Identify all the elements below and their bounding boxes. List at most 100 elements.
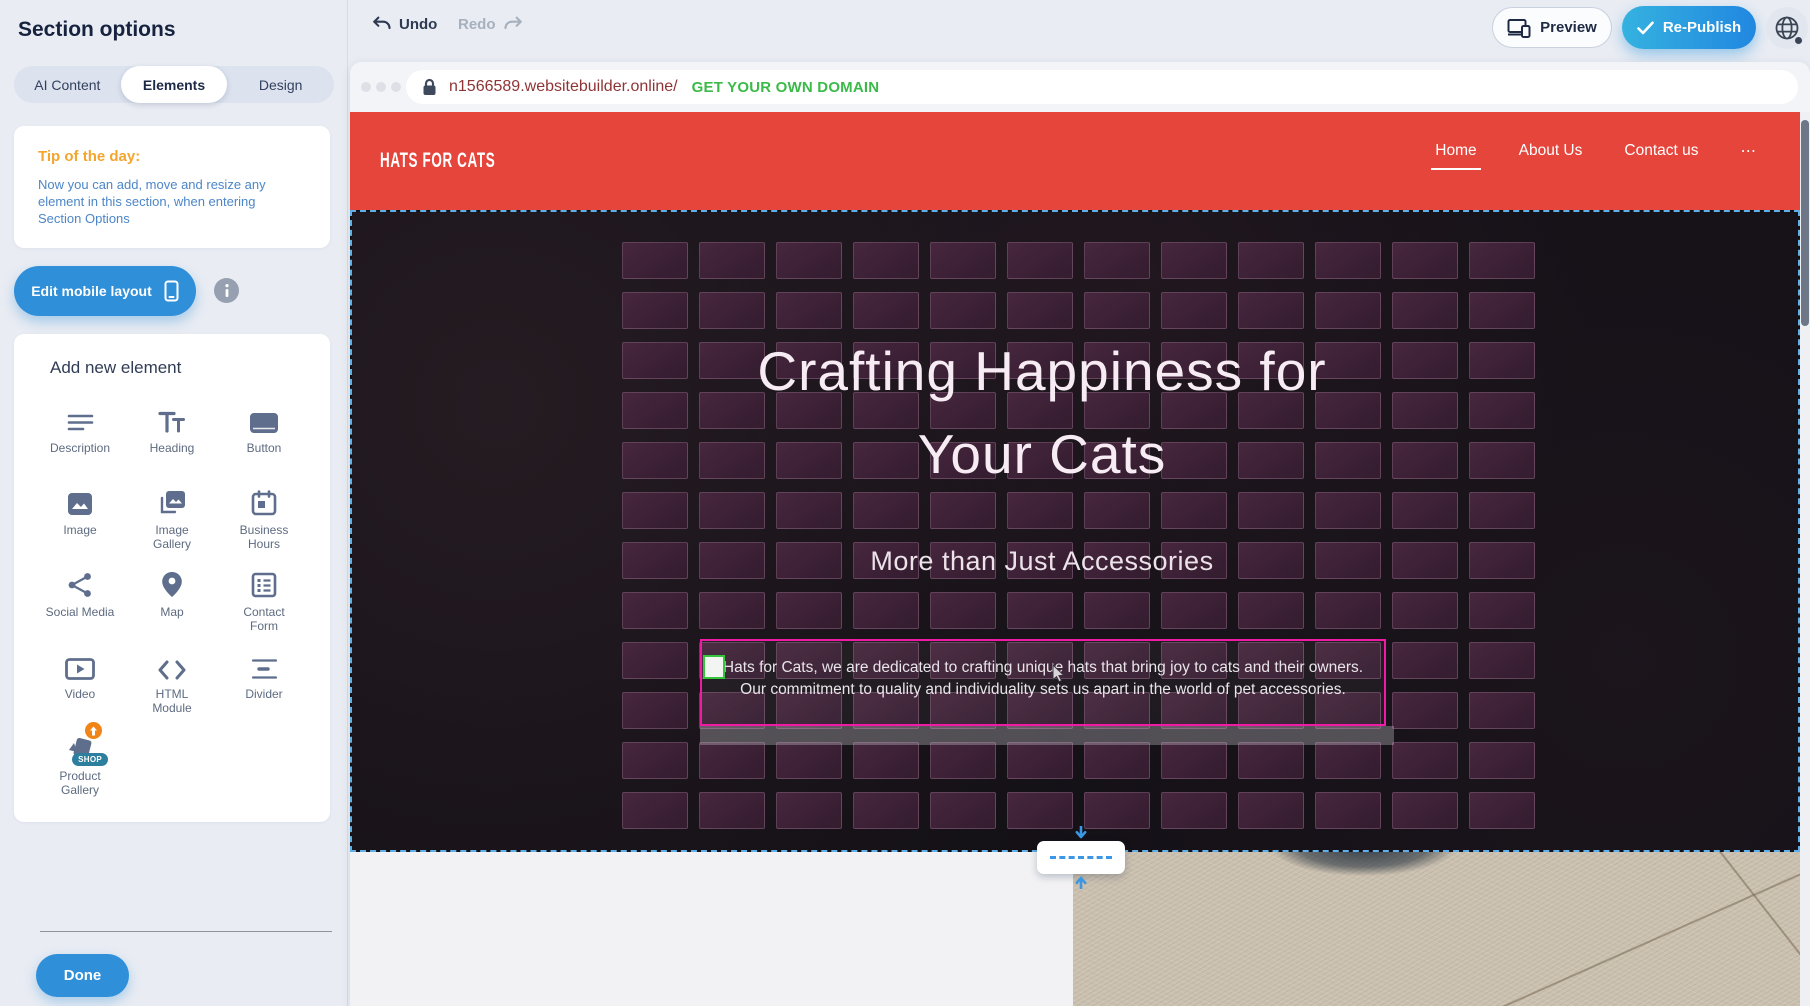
hero-tile xyxy=(1238,492,1304,529)
site-viewport: HATS FOR CATS Home About Us Contact us ⋯… xyxy=(350,112,1800,1006)
preview-button[interactable]: Preview xyxy=(1492,7,1612,48)
element-drag-handle[interactable] xyxy=(703,655,725,679)
hero-tile xyxy=(1007,242,1073,279)
nav-more-ellipsis[interactable]: ⋯ xyxy=(1741,142,1757,171)
hero-tile xyxy=(1315,242,1381,279)
arrow-down-icon xyxy=(1074,826,1088,841)
element-social-media[interactable]: Social Media xyxy=(37,568,123,650)
nav-home[interactable]: Home xyxy=(1435,142,1476,170)
divider-icon xyxy=(251,650,278,680)
hero-tile xyxy=(776,292,842,329)
image-gallery-icon xyxy=(158,486,186,516)
element-description[interactable]: Description xyxy=(37,404,123,486)
element-contact-form[interactable]: Contact Form xyxy=(221,568,307,650)
undo-button[interactable]: Undo xyxy=(372,15,437,33)
language-globe-button[interactable] xyxy=(1766,7,1808,49)
nav-contact-us[interactable]: Contact us xyxy=(1624,142,1698,170)
hero-tile xyxy=(1315,592,1381,629)
element-business-hours[interactable]: Business Hours xyxy=(221,486,307,568)
section-resize-handle[interactable] xyxy=(1037,841,1125,874)
description-selection-ghost xyxy=(700,726,1394,745)
hero-tile xyxy=(1315,792,1381,829)
app: Section options Undo Redo Preview Re-Pub… xyxy=(0,0,1810,1006)
upgrade-badge-icon xyxy=(85,722,102,739)
hero-tile xyxy=(1161,592,1227,629)
mouse-cursor-icon xyxy=(1052,664,1065,682)
tab-design[interactable]: Design xyxy=(227,66,334,103)
hero-subtitle[interactable]: More than Just Accessories xyxy=(352,546,1732,577)
hero-tile xyxy=(699,292,765,329)
element-html-module[interactable]: HTML Module xyxy=(129,650,215,732)
window-dot xyxy=(376,82,386,92)
hero-tile xyxy=(853,792,919,829)
contact-form-icon xyxy=(251,568,277,598)
hero-tile xyxy=(1238,742,1304,779)
shop-badge: SHOP xyxy=(72,753,108,766)
hero-tile xyxy=(699,742,765,779)
mobile-phone-icon xyxy=(164,280,179,302)
element-product-gallery[interactable]: SHOP Product Gallery xyxy=(37,732,123,814)
check-icon xyxy=(1637,21,1654,35)
hero-tile xyxy=(1315,742,1381,779)
hero-tile xyxy=(622,692,688,729)
window-dot xyxy=(361,82,371,92)
add-element-card: Add new element Description Heading Butt… xyxy=(14,334,330,822)
hero-tile xyxy=(1238,792,1304,829)
hero-tile xyxy=(699,492,765,529)
element-image-gallery[interactable]: Image Gallery xyxy=(129,486,215,568)
pavement-seam xyxy=(1662,852,1800,984)
hero-tile xyxy=(1084,792,1150,829)
product-gallery-icon: SHOP xyxy=(66,732,94,762)
info-button[interactable] xyxy=(214,278,239,303)
site-url: n1566589.websitebuilder.online/ xyxy=(449,78,678,96)
element-button[interactable]: Button xyxy=(221,404,307,486)
done-button[interactable]: Done xyxy=(36,954,129,997)
edit-mobile-layout-button[interactable]: Edit mobile layout xyxy=(14,266,196,316)
element-map[interactable]: Map xyxy=(129,568,215,650)
hero-tile xyxy=(1315,292,1381,329)
republish-label: Re-Publish xyxy=(1663,19,1741,36)
pavement-seam xyxy=(1481,852,1800,1006)
arrow-up-icon xyxy=(1074,874,1088,889)
address-bar[interactable]: n1566589.websitebuilder.online/ GET YOUR… xyxy=(406,70,1798,104)
hero-tile xyxy=(622,642,688,679)
tab-ai-content[interactable]: AI Content xyxy=(14,66,121,103)
tab-elements[interactable]: Elements xyxy=(121,66,228,103)
element-divider[interactable]: Divider xyxy=(221,650,307,732)
element-video[interactable]: Video xyxy=(37,650,123,732)
hero-tile xyxy=(1238,242,1304,279)
hero-title-line1: Crafting Happiness for xyxy=(352,330,1732,413)
hero-tile xyxy=(853,492,919,529)
panel-tabs: AI Content Elements Design xyxy=(14,66,334,103)
social-media-icon xyxy=(67,568,93,598)
get-domain-link[interactable]: GET YOUR OWN DOMAIN xyxy=(692,79,880,96)
description-element-selected[interactable]: Hats for Cats, we are dedicated to craft… xyxy=(700,639,1386,726)
republish-button[interactable]: Re-Publish xyxy=(1622,6,1756,49)
nav-about-us[interactable]: About Us xyxy=(1519,142,1583,170)
hero-tile xyxy=(1161,242,1227,279)
hero-tile xyxy=(1007,592,1073,629)
hero-tile xyxy=(1392,292,1458,329)
hero-description-line1: Hats for Cats, we are dedicated to craft… xyxy=(702,657,1384,679)
scrollbar-thumb[interactable] xyxy=(1801,120,1809,326)
notification-dot xyxy=(1795,37,1802,44)
hero-tile xyxy=(622,792,688,829)
hero-tile xyxy=(1469,242,1535,279)
hero-tile xyxy=(1469,642,1535,679)
heading-icon xyxy=(158,404,186,434)
element-heading[interactable]: Heading xyxy=(129,404,215,486)
hero-tile xyxy=(930,242,996,279)
hero-tile xyxy=(1084,742,1150,779)
hero-section-selected[interactable]: Crafting Happiness for Your Cats More th… xyxy=(350,210,1800,852)
hero-tile xyxy=(1084,492,1150,529)
hero-description: Hats for Cats, we are dedicated to craft… xyxy=(702,641,1384,701)
redo-button[interactable]: Redo xyxy=(458,15,523,33)
element-grid: Description Heading Button Image Image G… xyxy=(34,404,310,814)
hero-title[interactable]: Crafting Happiness for Your Cats xyxy=(352,330,1732,496)
tip-body: Now you can add, move and resize any ele… xyxy=(38,176,298,227)
site-logo[interactable]: HATS FOR CATS xyxy=(380,149,495,173)
hero-tile xyxy=(622,492,688,529)
element-image[interactable]: Image xyxy=(37,486,123,568)
hero-tile xyxy=(930,592,996,629)
footer-divider-line xyxy=(40,931,332,932)
